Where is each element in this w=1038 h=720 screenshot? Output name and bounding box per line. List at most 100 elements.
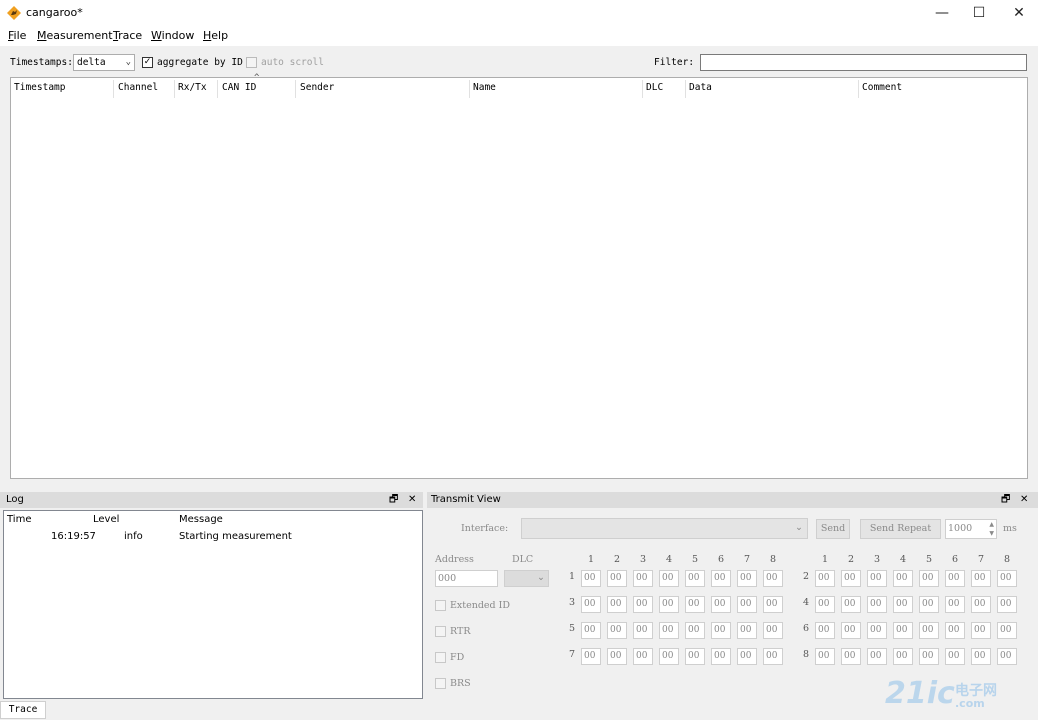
- column-header-comment[interactable]: Comment: [862, 82, 902, 93]
- interface-select[interactable]: ⌄: [521, 518, 808, 539]
- column-separator[interactable]: [685, 80, 686, 98]
- log-column-time[interactable]: Time: [7, 514, 31, 525]
- byte-input[interactable]: 00: [737, 570, 757, 587]
- aggregate-checkbox[interactable]: ✓: [142, 57, 153, 68]
- byte-input[interactable]: 00: [711, 596, 731, 613]
- byte-input[interactable]: 00: [997, 570, 1017, 587]
- byte-input[interactable]: 00: [867, 648, 887, 665]
- byte-input[interactable]: 00: [711, 648, 731, 665]
- timestamps-select[interactable]: delta ⌄: [73, 54, 135, 71]
- close-icon[interactable]: ✕: [1020, 492, 1028, 508]
- transmit-dock-titlebar[interactable]: [427, 492, 1038, 508]
- menu-window[interactable]: Window: [151, 29, 194, 42]
- byte-input[interactable]: 00: [737, 622, 757, 639]
- byte-input[interactable]: 00: [815, 648, 835, 665]
- byte-input[interactable]: 00: [919, 596, 939, 613]
- brs-checkbox[interactable]: [435, 678, 446, 689]
- byte-input[interactable]: 00: [763, 596, 783, 613]
- byte-input[interactable]: 00: [893, 570, 913, 587]
- byte-input[interactable]: 00: [685, 596, 705, 613]
- byte-input[interactable]: 00: [945, 596, 965, 613]
- byte-input[interactable]: 00: [633, 648, 653, 665]
- column-header-rxtx[interactable]: Rx/Tx: [178, 82, 207, 93]
- menu-measurement[interactable]: Measurement: [37, 29, 113, 42]
- byte-input[interactable]: 00: [737, 648, 757, 665]
- byte-input[interactable]: 00: [997, 622, 1017, 639]
- byte-input[interactable]: 00: [841, 570, 861, 587]
- column-header-channel[interactable]: Channel: [118, 82, 158, 93]
- trace-table[interactable]: [10, 77, 1028, 479]
- menu-file[interactable]: File: [8, 29, 26, 42]
- log-column-message[interactable]: Message: [179, 514, 223, 525]
- column-separator[interactable]: [217, 80, 218, 98]
- minimize-button[interactable]: —: [924, 0, 960, 26]
- byte-input[interactable]: 00: [581, 570, 601, 587]
- menu-trace[interactable]: Trace: [113, 29, 142, 42]
- byte-input[interactable]: 00: [763, 648, 783, 665]
- column-separator[interactable]: [858, 80, 859, 98]
- byte-input[interactable]: 00: [711, 622, 731, 639]
- column-header-name[interactable]: Name: [473, 82, 496, 93]
- fd-checkbox[interactable]: [435, 652, 446, 663]
- interval-spinbox[interactable]: 1000 ▲ ▼: [945, 519, 997, 539]
- byte-input[interactable]: 00: [945, 570, 965, 587]
- column-separator[interactable]: [295, 80, 296, 98]
- dlc-select[interactable]: ⌄: [504, 570, 549, 587]
- byte-input[interactable]: 00: [919, 648, 939, 665]
- byte-input[interactable]: 00: [737, 596, 757, 613]
- column-separator[interactable]: [642, 80, 643, 98]
- byte-input[interactable]: 00: [659, 622, 679, 639]
- byte-input[interactable]: 00: [711, 570, 731, 587]
- byte-input[interactable]: 00: [607, 622, 627, 639]
- send-button[interactable]: Send: [816, 519, 850, 539]
- log-dock-titlebar[interactable]: [0, 492, 423, 508]
- send-repeat-button[interactable]: Send Repeat: [860, 519, 941, 539]
- byte-input[interactable]: 00: [659, 596, 679, 613]
- log-column-level[interactable]: Level: [93, 514, 119, 525]
- column-separator[interactable]: [469, 80, 470, 98]
- byte-input[interactable]: 00: [659, 648, 679, 665]
- byte-input[interactable]: 00: [763, 622, 783, 639]
- column-separator[interactable]: [113, 80, 114, 98]
- byte-input[interactable]: 00: [867, 622, 887, 639]
- byte-input[interactable]: 00: [971, 648, 991, 665]
- byte-input[interactable]: 00: [581, 596, 601, 613]
- byte-input[interactable]: 00: [685, 570, 705, 587]
- column-header-sender[interactable]: Sender: [300, 82, 334, 93]
- column-header-can-id[interactable]: CAN ID: [222, 82, 256, 93]
- tab-trace[interactable]: Trace: [0, 701, 46, 719]
- column-header-data[interactable]: Data: [689, 82, 712, 93]
- byte-input[interactable]: 00: [581, 622, 601, 639]
- byte-input[interactable]: 00: [841, 596, 861, 613]
- byte-input[interactable]: 00: [893, 622, 913, 639]
- byte-input[interactable]: 00: [971, 596, 991, 613]
- byte-input[interactable]: 00: [607, 596, 627, 613]
- byte-input[interactable]: 00: [893, 648, 913, 665]
- byte-input[interactable]: 00: [685, 648, 705, 665]
- byte-input[interactable]: 00: [607, 570, 627, 587]
- byte-input[interactable]: 00: [919, 570, 939, 587]
- column-header-timestamp[interactable]: Timestamp: [14, 82, 65, 93]
- close-button[interactable]: ✕: [1001, 0, 1037, 26]
- menu-help[interactable]: Help: [203, 29, 228, 42]
- filter-input[interactable]: [700, 54, 1027, 71]
- column-header-dlc[interactable]: DLC: [646, 82, 663, 93]
- byte-input[interactable]: 00: [633, 622, 653, 639]
- byte-input[interactable]: 00: [815, 596, 835, 613]
- byte-input[interactable]: 00: [841, 622, 861, 639]
- byte-input[interactable]: 00: [659, 570, 679, 587]
- byte-input[interactable]: 00: [581, 648, 601, 665]
- byte-input[interactable]: 00: [997, 648, 1017, 665]
- byte-input[interactable]: 00: [607, 648, 627, 665]
- byte-input[interactable]: 00: [867, 570, 887, 587]
- byte-input[interactable]: 00: [815, 622, 835, 639]
- byte-input[interactable]: 00: [945, 648, 965, 665]
- column-separator[interactable]: [174, 80, 175, 98]
- address-input[interactable]: 000: [435, 570, 498, 587]
- byte-input[interactable]: 00: [867, 596, 887, 613]
- byte-input[interactable]: 00: [945, 622, 965, 639]
- maximize-button[interactable]: ☐: [961, 0, 997, 26]
- byte-input[interactable]: 00: [633, 596, 653, 613]
- autoscroll-checkbox[interactable]: [246, 57, 257, 68]
- byte-input[interactable]: 00: [971, 570, 991, 587]
